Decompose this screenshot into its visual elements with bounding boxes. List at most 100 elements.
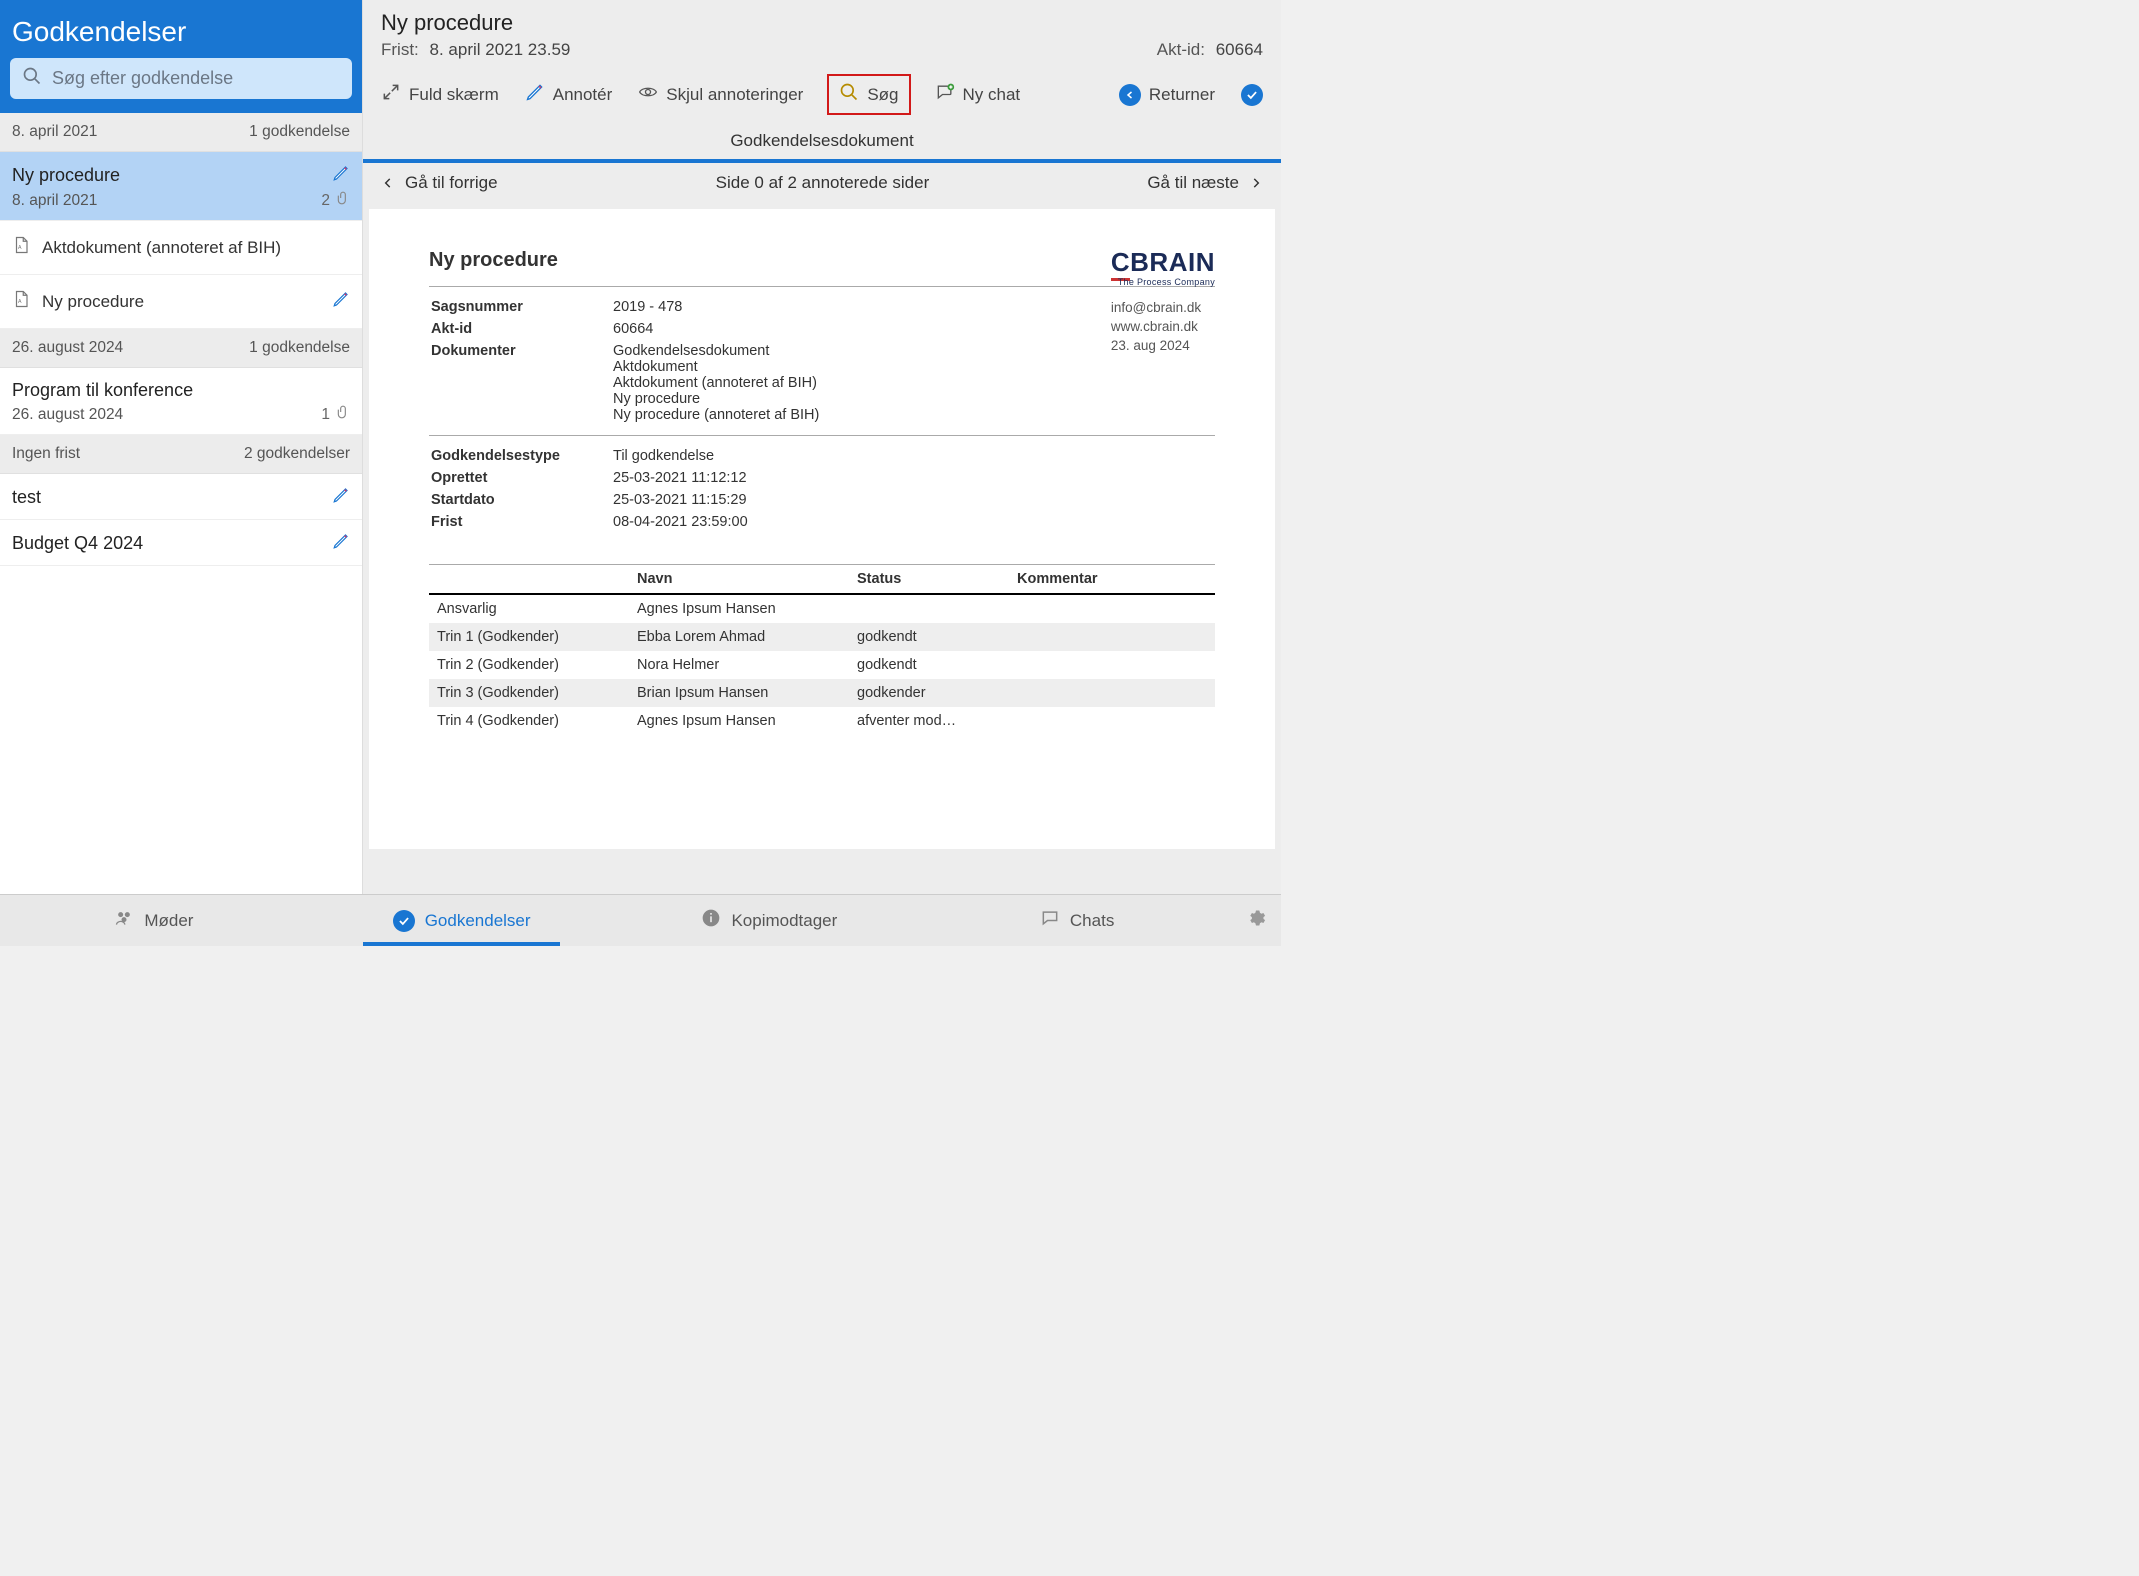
approval-steps-table: Navn Status Kommentar AnsvarligAgnes Ips… bbox=[429, 564, 1215, 735]
main-panel: Ny procedure Frist: 8. april 2021 23.59 … bbox=[363, 0, 1281, 894]
paperclip-icon bbox=[336, 405, 350, 424]
info-icon bbox=[701, 908, 721, 933]
people-icon bbox=[114, 908, 134, 933]
company-email: info@cbrain.dk bbox=[1111, 299, 1215, 318]
item-date: 8. april 2021 bbox=[12, 192, 97, 210]
document-viewport[interactable]: CBRAIN The Process Company info@cbrain.d… bbox=[363, 203, 1281, 894]
doc-name: Aktdokument bbox=[613, 359, 1213, 375]
chat-plus-icon bbox=[935, 82, 955, 107]
svg-text:A: A bbox=[18, 245, 22, 251]
group-header: 8. april 2021 1 godkendelse bbox=[0, 113, 362, 152]
akt-id: Akt-id: 60664 bbox=[1157, 40, 1263, 60]
item-title: Ny procedure bbox=[12, 165, 120, 186]
return-button[interactable]: Returner bbox=[1119, 84, 1215, 106]
check-circle-icon bbox=[393, 910, 415, 932]
table-row: Trin 3 (Godkender)Brian Ipsum Hansengodk… bbox=[429, 679, 1215, 707]
record-title: Ny procedure bbox=[381, 10, 1263, 36]
toolbar: Fuld skærm Annotér Skjul annoteringer bbox=[363, 66, 1281, 121]
approve-check-icon[interactable] bbox=[1241, 84, 1263, 106]
pager: Gå til forrige Side 0 af 2 annoterede si… bbox=[363, 163, 1281, 203]
document-title: Aktdokument (annoteret af BIH) bbox=[42, 238, 281, 258]
document-row[interactable]: A Ny procedure bbox=[0, 275, 362, 329]
annotate-button[interactable]: Annotér bbox=[525, 82, 613, 107]
approval-item[interactable]: Ny procedure8. april 20212 bbox=[0, 152, 362, 221]
deadline-label: Frist: bbox=[381, 40, 419, 59]
bottom-nav: Møder Godkendelser Kopimodtager Chats bbox=[0, 894, 1281, 946]
search-icon bbox=[22, 66, 42, 91]
group-count: 1 godkendelse bbox=[249, 123, 350, 141]
search-input[interactable] bbox=[52, 68, 340, 89]
item-title: Budget Q4 2024 bbox=[12, 533, 143, 554]
pencil-icon bbox=[332, 532, 350, 555]
pdf-icon: A bbox=[12, 235, 30, 260]
company-logo: CBRAIN bbox=[1111, 249, 1215, 275]
search-icon bbox=[839, 82, 859, 107]
company-tagline: The Process Company bbox=[1111, 277, 1215, 287]
search-field[interactable] bbox=[10, 58, 352, 99]
nav-copyrecipient[interactable]: Kopimodtager bbox=[616, 895, 924, 946]
nav-chats[interactable]: Chats bbox=[923, 895, 1231, 946]
pencil-icon bbox=[525, 82, 545, 107]
deadline-value: 8. april 2021 23.59 bbox=[430, 40, 571, 59]
new-chat-button[interactable]: Ny chat bbox=[935, 82, 1021, 107]
item-date: 26. august 2024 bbox=[12, 406, 123, 424]
group-date: 26. august 2024 bbox=[12, 339, 123, 357]
document-row[interactable]: A Aktdokument (annoteret af BIH) bbox=[0, 221, 362, 275]
doc-meta-1: Sagsnummer2019 - 478 Akt-id60664 Dokumen… bbox=[429, 295, 1215, 427]
fullscreen-icon bbox=[381, 82, 401, 107]
sidebar: Godkendelser 8. april 2021 1 godkendelse N… bbox=[0, 0, 363, 894]
doc-name: Aktdokument (annoteret af BIH) bbox=[613, 375, 1213, 391]
nav-meetings[interactable]: Møder bbox=[0, 895, 308, 946]
nav-approvals[interactable]: Godkendelser bbox=[308, 895, 616, 946]
deadline: Frist: 8. april 2021 23.59 bbox=[381, 40, 570, 60]
main-header: Ny procedure Frist: 8. april 2021 23.59 … bbox=[363, 0, 1281, 66]
approval-item[interactable]: Budget Q4 2024 bbox=[0, 520, 362, 566]
table-row: Trin 1 (Godkender)Ebba Lorem Ahmadgodken… bbox=[429, 623, 1215, 651]
sidebar-header: Godkendelser bbox=[0, 0, 362, 113]
fullscreen-button[interactable]: Fuld skærm bbox=[381, 82, 499, 107]
group-header: 26. august 2024 1 godkendelse bbox=[0, 329, 362, 368]
doc-heading: Ny procedure bbox=[429, 249, 1215, 272]
document-tab[interactable]: Godkendelsesdokument bbox=[363, 121, 1281, 163]
group-count: 1 godkendelse bbox=[249, 339, 350, 357]
table-row: AnsvarligAgnes Ipsum Hansen bbox=[429, 594, 1215, 623]
table-row: Trin 2 (Godkender)Nora Helmergodkendt bbox=[429, 651, 1215, 679]
next-page-button[interactable]: Gå til næste bbox=[1147, 173, 1263, 193]
company-block: CBRAIN The Process Company info@cbrain.d… bbox=[1111, 249, 1215, 356]
sidebar-title: Godkendelser bbox=[10, 12, 352, 58]
group-header: Ingen frist2 godkendelser bbox=[0, 435, 362, 474]
company-date: 23. aug 2024 bbox=[1111, 337, 1215, 356]
company-web: www.cbrain.dk bbox=[1111, 318, 1215, 337]
document-title: Ny procedure bbox=[42, 292, 144, 312]
doc-name: Ny procedure (annoteret af BIH) bbox=[613, 407, 1213, 423]
akt-id-label: Akt-id: bbox=[1157, 40, 1205, 59]
item-title: test bbox=[12, 487, 41, 508]
akt-id-value: 60664 bbox=[1216, 40, 1263, 59]
page-status: Side 0 af 2 annoterede sider bbox=[716, 173, 930, 193]
item-title: Program til konference bbox=[12, 380, 193, 401]
approval-item[interactable]: Program til konference 26. august 2024 1 bbox=[0, 368, 362, 435]
settings-button[interactable] bbox=[1231, 895, 1281, 946]
group-date: 8. april 2021 bbox=[12, 123, 97, 141]
svg-text:A: A bbox=[18, 299, 22, 305]
doc-name: Ny procedure bbox=[613, 391, 1213, 407]
hide-annotations-button[interactable]: Skjul annoteringer bbox=[638, 82, 803, 107]
paperclip-icon bbox=[336, 191, 350, 210]
gear-icon bbox=[1246, 908, 1266, 933]
eye-icon bbox=[638, 82, 658, 107]
document-page: CBRAIN The Process Company info@cbrain.d… bbox=[369, 209, 1275, 849]
approval-list: 8. april 2021 1 godkendelse Ny procedure 8.… bbox=[0, 113, 362, 894]
pencil-icon bbox=[332, 290, 350, 313]
item-meta: 1 bbox=[321, 405, 350, 424]
pdf-icon: A bbox=[12, 289, 30, 314]
pencil-icon bbox=[332, 486, 350, 509]
group-count: 2 godkendelser bbox=[244, 445, 350, 463]
pencil-icon bbox=[332, 164, 350, 187]
table-row: Trin 4 (Godkender)Agnes Ipsum Hansenafve… bbox=[429, 707, 1215, 735]
doc-meta-2: GodkendelsestypeTil godkendelse Oprettet… bbox=[429, 444, 1215, 534]
approval-item[interactable]: test bbox=[0, 474, 362, 520]
chat-icon bbox=[1040, 908, 1060, 933]
prev-page-button[interactable]: Gå til forrige bbox=[381, 173, 498, 193]
arrow-left-icon bbox=[1119, 84, 1141, 106]
search-button[interactable]: Søg bbox=[827, 74, 910, 115]
